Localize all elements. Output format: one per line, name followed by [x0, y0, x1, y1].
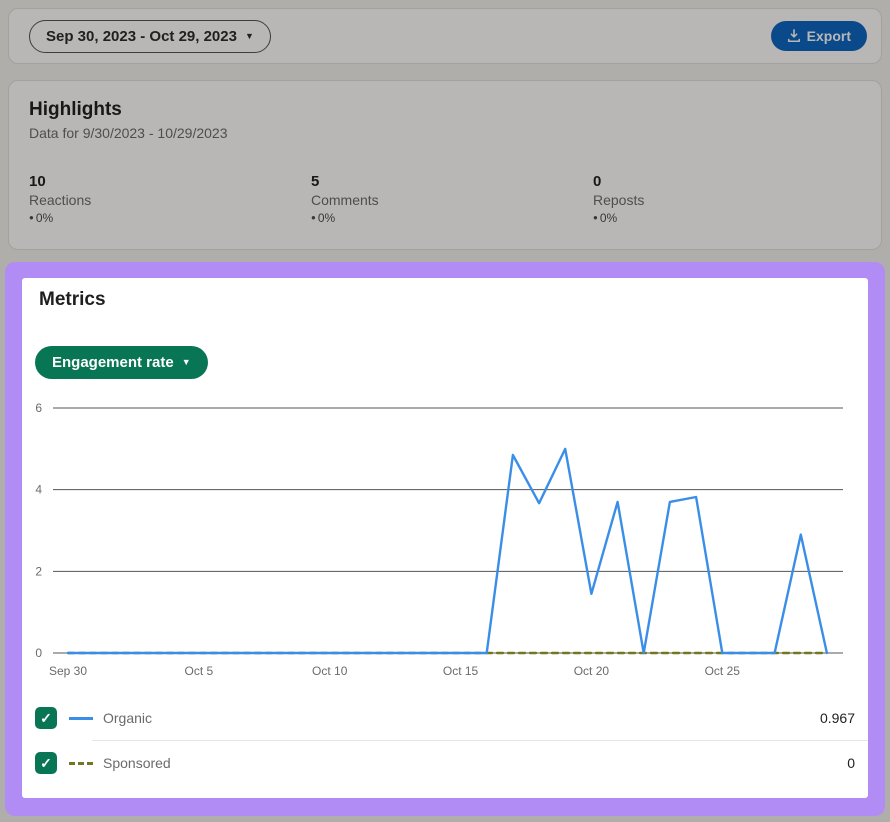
svg-text:Oct 20: Oct 20	[574, 664, 610, 678]
svg-text:Sep 30: Sep 30	[49, 664, 87, 678]
sponsored-line-swatch-icon	[69, 762, 93, 765]
metric-selector-label: Engagement rate	[52, 354, 174, 371]
legend-value: 0	[847, 755, 855, 771]
chevron-down-icon: ▼	[182, 358, 191, 367]
svg-text:Oct 10: Oct 10	[312, 664, 348, 678]
svg-text:4: 4	[35, 483, 42, 497]
chart-legend: ✓ Organic 0.967 ✓ Sponsored 0	[22, 696, 868, 785]
legend-label: Organic	[103, 710, 152, 726]
sponsored-checkbox[interactable]: ✓	[35, 752, 57, 774]
organic-checkbox[interactable]: ✓	[35, 707, 57, 729]
svg-text:0: 0	[35, 646, 42, 660]
legend-value: 0.967	[820, 710, 855, 726]
engagement-rate-chart: 0 2 4 6 Sep 30 Oct 5 Oct 10 Oct 15 Oct 20 Oct 25	[22, 396, 868, 691]
organic-line-swatch-icon	[69, 717, 93, 720]
check-icon: ✓	[40, 755, 52, 772]
svg-text:Oct 5: Oct 5	[185, 664, 214, 678]
highlight-box: Metrics Engagement rate ▼ 0 2 4 6 Sep 30 Oct …	[5, 262, 885, 816]
svg-text:6: 6	[35, 401, 42, 415]
legend-label: Sponsored	[103, 755, 171, 771]
check-icon: ✓	[40, 710, 52, 727]
svg-text:2: 2	[35, 564, 42, 578]
metric-selector-button[interactable]: Engagement rate ▼	[35, 346, 208, 379]
metrics-card: Metrics Engagement rate ▼ 0 2 4 6 Sep 30 Oct …	[22, 278, 868, 798]
metrics-title: Metrics	[39, 289, 106, 311]
svg-text:Oct 25: Oct 25	[705, 664, 741, 678]
svg-text:Oct 15: Oct 15	[443, 664, 479, 678]
legend-row-sponsored: ✓ Sponsored 0	[22, 741, 868, 785]
metrics-chart-svg: 0 2 4 6 Sep 30 Oct 5 Oct 10 Oct 15 Oct 20 Oct 25	[22, 396, 868, 691]
legend-row-organic: ✓ Organic 0.967	[22, 696, 868, 740]
